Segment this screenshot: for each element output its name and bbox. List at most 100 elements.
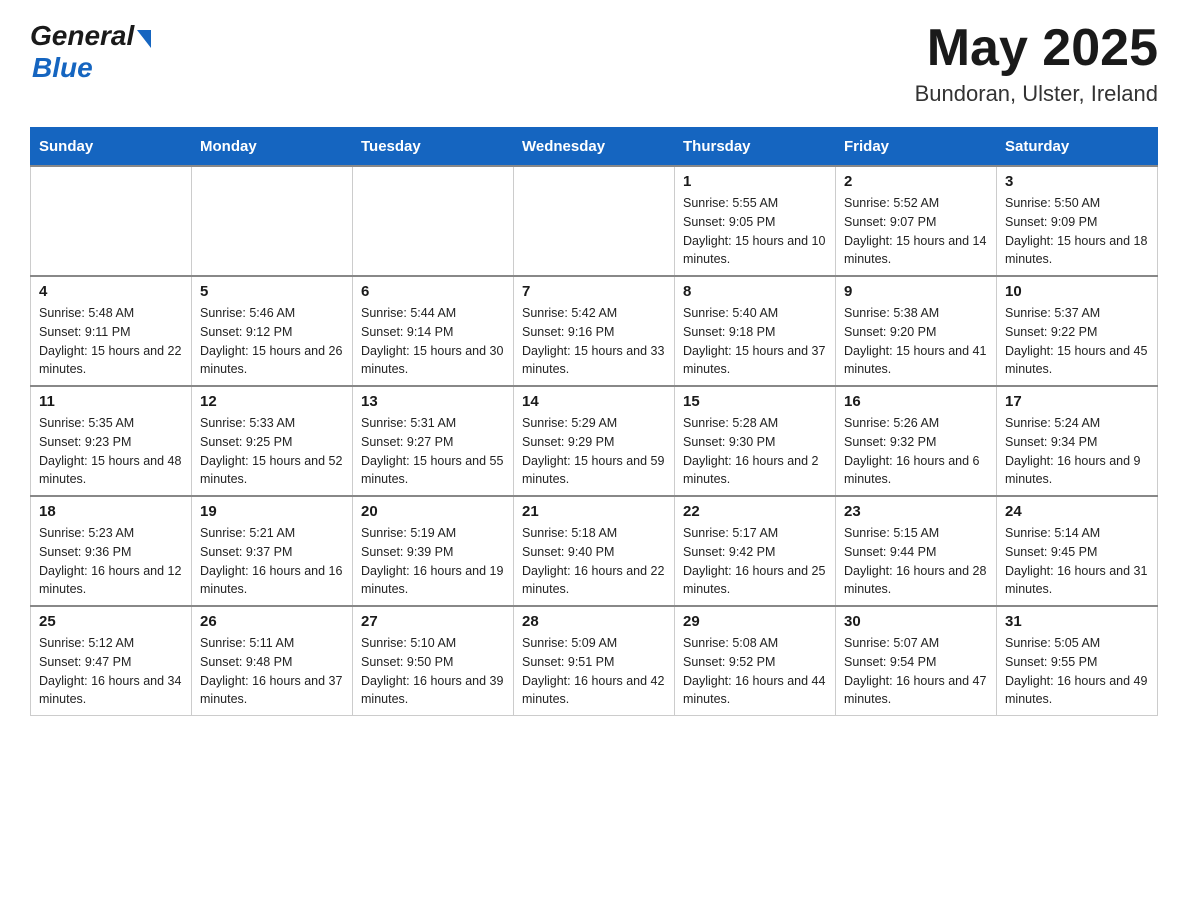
day-number: 13: [361, 393, 505, 410]
day-info: Sunrise: 5:18 AMSunset: 9:40 PMDaylight:…: [522, 524, 666, 599]
location-subtitle: Bundoran, Ulster, Ireland: [915, 81, 1158, 107]
calendar-cell: 15 Sunrise: 5:28 AMSunset: 9:30 PMDayligh…: [675, 386, 836, 496]
calendar-cell: 29 Sunrise: 5:08 AMSunset: 9:52 PMDayligh…: [675, 606, 836, 716]
page-header: General Blue May 2025 Bundoran, Ulster, …: [30, 20, 1158, 107]
calendar-cell: 1 Sunrise: 5:55 AMSunset: 9:05 PMDaylight…: [675, 166, 836, 276]
calendar-cell: [353, 166, 514, 276]
day-number: 4: [39, 283, 183, 300]
day-number: 5: [200, 283, 344, 300]
day-number: 10: [1005, 283, 1149, 300]
day-info: Sunrise: 5:28 AMSunset: 9:30 PMDaylight:…: [683, 414, 827, 489]
day-number: 19: [200, 503, 344, 520]
day-info: Sunrise: 5:08 AMSunset: 9:52 PMDaylight:…: [683, 634, 827, 709]
day-number: 28: [522, 613, 666, 630]
calendar-cell: 17Sunrise: 5:24 AMSunset: 9:34 PMDayligh…: [997, 386, 1158, 496]
calendar-cell: 11 Sunrise: 5:35 AMSunset: 9:23 PMDayligh…: [31, 386, 192, 496]
day-number: 29: [683, 613, 827, 630]
calendar-cell: 3Sunrise: 5:50 AMSunset: 9:09 PMDaylight…: [997, 166, 1158, 276]
day-info: Sunrise: 5:52 AMSunset: 9:07 PMDaylight:…: [844, 194, 988, 269]
day-info: Sunrise: 5:31 AMSunset: 9:27 PMDaylight:…: [361, 414, 505, 489]
calendar-cell: [31, 166, 192, 276]
calendar-cell: 2 Sunrise: 5:52 AMSunset: 9:07 PMDaylight…: [836, 166, 997, 276]
day-info: Sunrise: 5:14 AMSunset: 9:45 PMDaylight:…: [1005, 524, 1149, 599]
calendar-cell: 10 Sunrise: 5:37 AMSunset: 9:22 PMDayligh…: [997, 276, 1158, 386]
calendar-cell: 19 Sunrise: 5:21 AMSunset: 9:37 PMDayligh…: [192, 496, 353, 606]
day-number: 20: [361, 503, 505, 520]
calendar-cell: 27 Sunrise: 5:10 AMSunset: 9:50 PMDayligh…: [353, 606, 514, 716]
calendar-cell: 18Sunrise: 5:23 AMSunset: 9:36 PMDayligh…: [31, 496, 192, 606]
calendar-week-row: 1 Sunrise: 5:55 AMSunset: 9:05 PMDaylight…: [31, 166, 1158, 276]
calendar-week-row: 18Sunrise: 5:23 AMSunset: 9:36 PMDayligh…: [31, 496, 1158, 606]
day-info: Sunrise: 5:35 AMSunset: 9:23 PMDaylight:…: [39, 414, 183, 489]
day-number: 11: [39, 393, 183, 410]
header-tuesday: Tuesday: [353, 128, 514, 167]
day-number: 25: [39, 613, 183, 630]
day-info: Sunrise: 5:05 AMSunset: 9:55 PMDaylight:…: [1005, 634, 1149, 709]
day-number: 9: [844, 283, 988, 300]
day-info: Sunrise: 5:10 AMSunset: 9:50 PMDaylight:…: [361, 634, 505, 709]
month-year-title: May 2025: [915, 20, 1158, 77]
day-info: Sunrise: 5:46 AMSunset: 9:12 PMDaylight:…: [200, 304, 344, 379]
header-thursday: Thursday: [675, 128, 836, 167]
calendar-table: Sunday Monday Tuesday Wednesday Thursday…: [30, 127, 1158, 716]
day-number: 22: [683, 503, 827, 520]
calendar-week-row: 25Sunrise: 5:12 AMSunset: 9:47 PMDayligh…: [31, 606, 1158, 716]
calendar-cell: 31Sunrise: 5:05 AMSunset: 9:55 PMDayligh…: [997, 606, 1158, 716]
day-info: Sunrise: 5:29 AMSunset: 9:29 PMDaylight:…: [522, 414, 666, 489]
day-info: Sunrise: 5:37 AMSunset: 9:22 PMDaylight:…: [1005, 304, 1149, 379]
calendar-cell: [514, 166, 675, 276]
title-block: May 2025 Bundoran, Ulster, Ireland: [915, 20, 1158, 107]
day-info: Sunrise: 5:24 AMSunset: 9:34 PMDaylight:…: [1005, 414, 1149, 489]
calendar-cell: 14Sunrise: 5:29 AMSunset: 9:29 PMDayligh…: [514, 386, 675, 496]
day-number: 23: [844, 503, 988, 520]
day-info: Sunrise: 5:33 AMSunset: 9:25 PMDaylight:…: [200, 414, 344, 489]
day-number: 16: [844, 393, 988, 410]
calendar-cell: 13 Sunrise: 5:31 AMSunset: 9:27 PMDayligh…: [353, 386, 514, 496]
day-number: 2: [844, 173, 988, 190]
calendar-cell: [192, 166, 353, 276]
day-number: 1: [683, 173, 827, 190]
header-friday: Friday: [836, 128, 997, 167]
day-info: Sunrise: 5:17 AMSunset: 9:42 PMDaylight:…: [683, 524, 827, 599]
calendar-cell: 30 Sunrise: 5:07 AMSunset: 9:54 PMDayligh…: [836, 606, 997, 716]
calendar-cell: 20 Sunrise: 5:19 AMSunset: 9:39 PMDayligh…: [353, 496, 514, 606]
day-info: Sunrise: 5:40 AMSunset: 9:18 PMDaylight:…: [683, 304, 827, 379]
calendar-cell: 24Sunrise: 5:14 AMSunset: 9:45 PMDayligh…: [997, 496, 1158, 606]
day-info: Sunrise: 5:38 AMSunset: 9:20 PMDaylight:…: [844, 304, 988, 379]
day-number: 7: [522, 283, 666, 300]
day-info: Sunrise: 5:21 AMSunset: 9:37 PMDaylight:…: [200, 524, 344, 599]
calendar-cell: 6 Sunrise: 5:44 AMSunset: 9:14 PMDaylight…: [353, 276, 514, 386]
calendar-week-row: 4 Sunrise: 5:48 AMSunset: 9:11 PMDaylight…: [31, 276, 1158, 386]
day-info: Sunrise: 5:07 AMSunset: 9:54 PMDaylight:…: [844, 634, 988, 709]
day-info: Sunrise: 5:48 AMSunset: 9:11 PMDaylight:…: [39, 304, 183, 379]
logo-blue-text: Blue: [32, 52, 151, 84]
logo: General Blue: [30, 20, 151, 84]
day-info: Sunrise: 5:09 AMSunset: 9:51 PMDaylight:…: [522, 634, 666, 709]
day-number: 30: [844, 613, 988, 630]
day-info: Sunrise: 5:55 AMSunset: 9:05 PMDaylight:…: [683, 194, 827, 269]
calendar-header: Sunday Monday Tuesday Wednesday Thursday…: [31, 128, 1158, 167]
header-sunday: Sunday: [31, 128, 192, 167]
day-number: 6: [361, 283, 505, 300]
header-saturday: Saturday: [997, 128, 1158, 167]
days-of-week-row: Sunday Monday Tuesday Wednesday Thursday…: [31, 128, 1158, 167]
day-number: 8: [683, 283, 827, 300]
logo-arrow-icon: [137, 30, 151, 48]
calendar-cell: 28 Sunrise: 5:09 AMSunset: 9:51 PMDayligh…: [514, 606, 675, 716]
calendar-cell: 5 Sunrise: 5:46 AMSunset: 9:12 PMDaylight…: [192, 276, 353, 386]
calendar-cell: 16 Sunrise: 5:26 AMSunset: 9:32 PMDayligh…: [836, 386, 997, 496]
logo-general-text: General: [30, 20, 134, 52]
day-info: Sunrise: 5:42 AMSunset: 9:16 PMDaylight:…: [522, 304, 666, 379]
header-wednesday: Wednesday: [514, 128, 675, 167]
day-number: 27: [361, 613, 505, 630]
day-info: Sunrise: 5:11 AMSunset: 9:48 PMDaylight:…: [200, 634, 344, 709]
day-info: Sunrise: 5:26 AMSunset: 9:32 PMDaylight:…: [844, 414, 988, 489]
day-info: Sunrise: 5:50 AMSunset: 9:09 PMDaylight:…: [1005, 194, 1149, 269]
day-info: Sunrise: 5:19 AMSunset: 9:39 PMDaylight:…: [361, 524, 505, 599]
day-number: 26: [200, 613, 344, 630]
day-info: Sunrise: 5:44 AMSunset: 9:14 PMDaylight:…: [361, 304, 505, 379]
day-number: 15: [683, 393, 827, 410]
day-info: Sunrise: 5:15 AMSunset: 9:44 PMDaylight:…: [844, 524, 988, 599]
calendar-body: 1 Sunrise: 5:55 AMSunset: 9:05 PMDaylight…: [31, 166, 1158, 716]
calendar-cell: 8 Sunrise: 5:40 AMSunset: 9:18 PMDaylight…: [675, 276, 836, 386]
